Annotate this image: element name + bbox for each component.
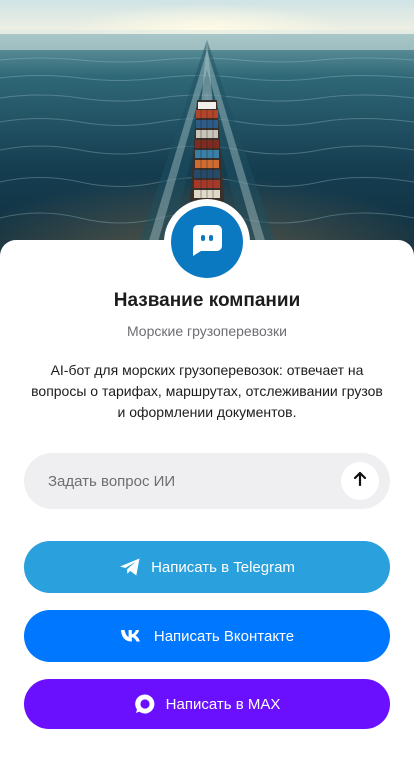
vk-button-label: Написать Вконтакте (153, 627, 295, 645)
company-name: Название компании (113, 290, 301, 311)
vk-button[interactable]: Написать Вконтакте (24, 610, 390, 662)
telegram-button[interactable]: Написать в Telegram (24, 541, 390, 593)
avatar-badge (171, 206, 243, 278)
company-description: AI-бот для морских грузоперевозок: отвеч… (31, 362, 383, 420)
company-tagline: Морские грузоперевозки (126, 323, 287, 339)
max-button-label: Написать в MAX (165, 695, 281, 713)
page: Название компании Морские грузоперевозки… (0, 0, 414, 770)
vk-icon (120, 629, 144, 643)
telegram-button-label: Написать в Telegram (151, 558, 295, 576)
max-icon (134, 693, 156, 715)
telegram-icon (119, 557, 141, 577)
max-button[interactable]: Написать в MAX (24, 679, 390, 729)
send-button[interactable] (341, 462, 379, 500)
ask-ai-input[interactable] (48, 453, 328, 509)
chat-bot-icon (189, 222, 225, 263)
avatar (164, 199, 250, 285)
arrow-up-icon (351, 470, 369, 493)
ask-ai-field (24, 453, 390, 509)
